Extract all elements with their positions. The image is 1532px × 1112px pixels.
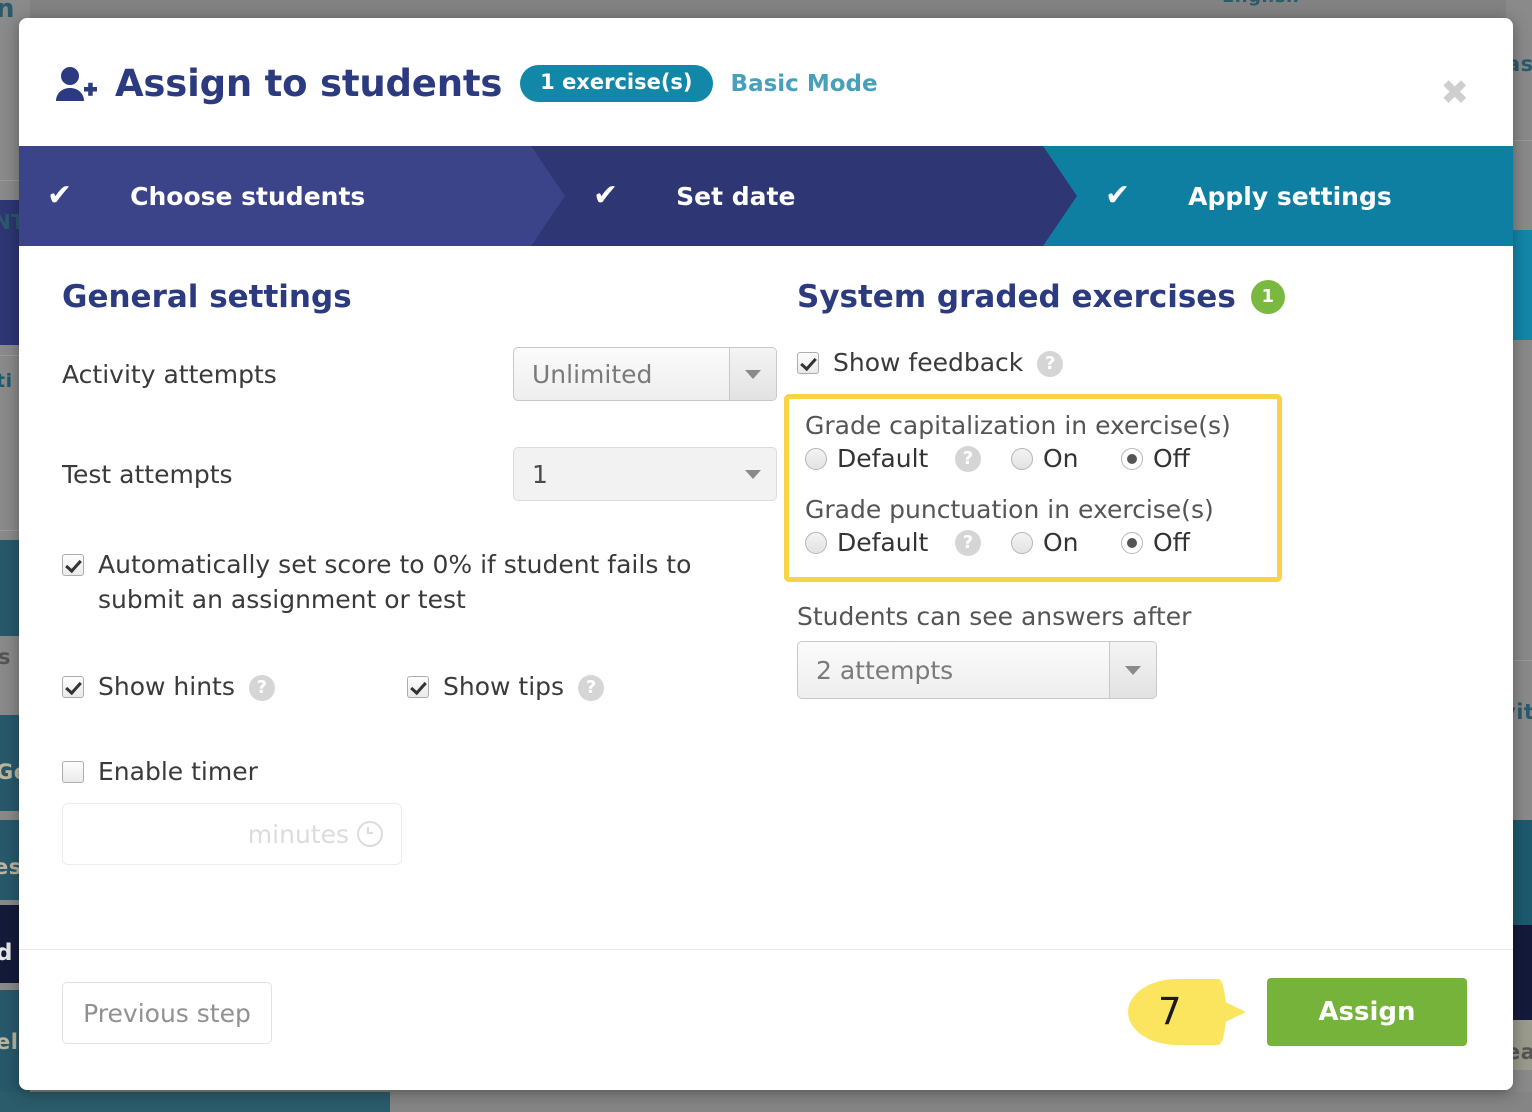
answers-after-value: 2 attempts: [798, 656, 1109, 685]
punctuation-option-on[interactable]: On: [1011, 528, 1121, 557]
step-progress-bar: ✔ Choose students ✔ Set date ✔ Apply set…: [19, 146, 1513, 246]
answers-after-select[interactable]: 2 attempts: [797, 641, 1157, 699]
show-hints-row[interactable]: Show hints ?: [62, 669, 407, 704]
grade-punctuation-label: Grade punctuation in exercise(s): [805, 495, 1261, 524]
auto-zero-score-checkbox[interactable]: [62, 554, 84, 576]
check-icon: ✔: [1105, 181, 1130, 211]
user-add-icon: [55, 65, 97, 103]
show-tips-row[interactable]: Show tips ?: [407, 669, 604, 704]
modal-body: General settings Activity attempts Unlim…: [19, 246, 1513, 949]
callout-number: 7: [1158, 990, 1182, 1034]
step-label: Apply settings: [1188, 182, 1392, 211]
capitalization-option-off[interactable]: Off: [1121, 444, 1190, 473]
step-choose-students[interactable]: ✔ Choose students: [19, 146, 531, 246]
answers-after-label: Students can see answers after: [797, 602, 1457, 631]
test-attempts-select[interactable]: 1: [513, 447, 777, 501]
radio-on[interactable]: [1011, 448, 1033, 470]
activity-attempts-row: Activity attempts Unlimited: [62, 347, 777, 401]
show-tips-checkbox[interactable]: [407, 676, 429, 698]
radio-label: On: [1043, 444, 1079, 473]
check-icon: ✔: [47, 181, 72, 211]
graded-count-badge: 1: [1251, 280, 1285, 314]
chevron-down-icon: [729, 348, 776, 400]
background-bottom-area: [390, 1092, 1532, 1112]
grade-capitalization-options: Default ? On Off: [805, 444, 1261, 473]
help-icon[interactable]: ?: [955, 530, 981, 556]
system-graded-title-row: System graded exercises 1: [797, 279, 1457, 315]
exercise-count-badge: 1 exercise(s): [520, 65, 712, 102]
background-bottom-bar: [0, 1092, 390, 1112]
background-text: ti: [0, 370, 13, 392]
background-text: s: [0, 645, 11, 669]
punctuation-option-off[interactable]: Off: [1121, 528, 1190, 557]
auto-zero-score-checkbox-row[interactable]: Automatically set score to 0% if student…: [62, 547, 707, 617]
step-set-date[interactable]: ✔ Set date: [531, 146, 1043, 246]
radio-label: Default: [837, 444, 928, 473]
radio-label: Off: [1153, 528, 1190, 557]
general-settings-column: General settings Activity attempts Unlim…: [62, 246, 777, 865]
show-feedback-checkbox[interactable]: [797, 352, 819, 374]
chevron-down-icon: [1109, 642, 1156, 698]
timer-placeholder: minutes: [248, 820, 349, 849]
capitalization-option-default[interactable]: Default: [805, 444, 955, 473]
punctuation-option-default[interactable]: Default: [805, 528, 955, 557]
basic-mode-link[interactable]: Basic Mode: [731, 71, 878, 97]
activity-attempts-select[interactable]: Unlimited: [513, 347, 777, 401]
radio-off[interactable]: [1121, 532, 1143, 554]
modal-footer: Previous step 7 Assign: [19, 949, 1513, 1090]
radio-off[interactable]: [1121, 448, 1143, 470]
background-text: el: [0, 1030, 18, 1054]
capitalization-option-on[interactable]: On: [1011, 444, 1121, 473]
close-icon[interactable]: ✖: [1441, 76, 1470, 110]
help-icon[interactable]: ?: [249, 675, 275, 701]
help-icon[interactable]: ?: [578, 675, 604, 701]
enable-timer-row[interactable]: Enable timer: [62, 754, 777, 789]
hints-tips-row: Show hints ? Show tips ?: [62, 669, 777, 704]
enable-timer-label: Enable timer: [98, 754, 258, 789]
radio-on[interactable]: [1011, 532, 1033, 554]
timer-minutes-input[interactable]: minutes: [62, 803, 402, 865]
show-tips-label: Show tips: [443, 669, 564, 704]
show-feedback-row[interactable]: Show feedback ?: [797, 345, 1457, 380]
system-graded-title: System graded exercises: [797, 279, 1236, 315]
modal-header: Assign to students 1 exercise(s) Basic M…: [19, 18, 1513, 146]
assign-to-students-modal: Assign to students 1 exercise(s) Basic M…: [19, 18, 1513, 1090]
show-feedback-label: Show feedback: [833, 345, 1023, 380]
chevron-down-icon: [730, 448, 776, 500]
page-title: Assign to students: [115, 62, 502, 105]
radio-label: Off: [1153, 444, 1190, 473]
test-attempts-label: Test attempts: [62, 460, 233, 489]
background-text: d: [0, 940, 13, 966]
enable-timer-checkbox[interactable]: [62, 761, 84, 783]
background-text: n: [0, 0, 15, 24]
activity-attempts-value: Unlimited: [514, 360, 729, 389]
activity-attempts-label: Activity attempts: [62, 360, 277, 389]
grade-capitalization-label: Grade capitalization in exercise(s): [805, 411, 1261, 440]
radio-default[interactable]: [805, 448, 827, 470]
step-number-callout: 7: [1128, 979, 1246, 1045]
help-icon[interactable]: ?: [955, 446, 981, 472]
auto-zero-score-label: Automatically set score to 0% if student…: [98, 547, 707, 617]
step-label: Set date: [676, 182, 795, 211]
test-attempts-value: 1: [514, 460, 730, 489]
grade-punctuation-options: Default ? On Off: [805, 528, 1261, 557]
clock-icon: [357, 821, 383, 847]
assign-button[interactable]: Assign: [1267, 978, 1467, 1046]
radio-label: Default: [837, 528, 928, 557]
radio-label: On: [1043, 528, 1079, 557]
show-hints-label: Show hints: [98, 669, 235, 704]
check-icon: ✔: [593, 181, 618, 211]
show-hints-checkbox[interactable]: [62, 676, 84, 698]
system-graded-column: System graded exercises 1 Show feedback …: [797, 246, 1457, 699]
step-label: Choose students: [130, 182, 365, 211]
grading-options-highlight-box: Grade capitalization in exercise(s) Defa…: [784, 394, 1282, 582]
step-apply-settings[interactable]: ✔ Apply settings: [1043, 146, 1513, 246]
help-icon[interactable]: ?: [1037, 351, 1063, 377]
background-text: English: [1222, 0, 1299, 7]
test-attempts-row: Test attempts 1: [62, 447, 777, 501]
radio-default[interactable]: [805, 532, 827, 554]
previous-step-button[interactable]: Previous step: [62, 982, 272, 1044]
general-settings-title: General settings: [62, 279, 777, 315]
